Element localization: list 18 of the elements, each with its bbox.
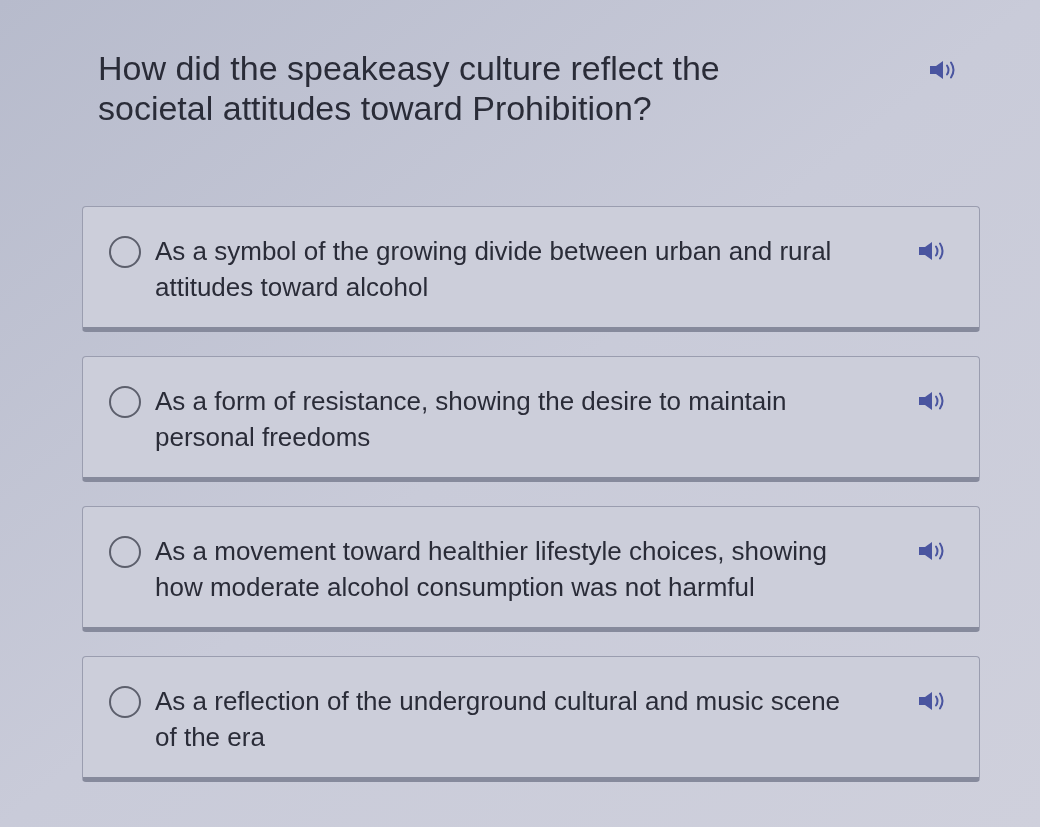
answer-option[interactable]: As a form of resistance, showing the desire to maintain personal freedoms bbox=[82, 356, 980, 482]
answer-option[interactable]: As a movement toward healthier lifestyle choices, showing how moderate alcohol consumption was not harmful bbox=[82, 506, 980, 632]
speaker-icon bbox=[918, 391, 946, 411]
answer-option[interactable]: As a reflection of the underground cultural and music scene of the era bbox=[82, 656, 980, 782]
option-text: As a reflection of the underground cultural and music scene of the era bbox=[155, 685, 842, 754]
radio-button[interactable] bbox=[109, 236, 141, 268]
question-text: How did the speakeasy culture reflect the societal attitudes toward Prohibition? bbox=[98, 48, 721, 128]
speaker-icon bbox=[929, 60, 957, 80]
radio-button[interactable] bbox=[109, 686, 141, 718]
option-text: As a movement toward healthier lifestyle choices, showing how moderate alcohol consumption was not harmful bbox=[155, 535, 828, 604]
option-text: As a form of resistance, showing the desire to maintain personal freedoms bbox=[155, 385, 788, 454]
radio-button[interactable] bbox=[109, 536, 141, 568]
speaker-icon bbox=[918, 541, 946, 561]
speaker-icon bbox=[918, 691, 946, 711]
speaker-icon bbox=[918, 241, 946, 261]
answer-option[interactable]: As a symbol of the growing divide between urban and rural attitudes toward alcohol bbox=[82, 206, 980, 332]
radio-button[interactable] bbox=[109, 386, 141, 418]
option-text: As a symbol of the growing divide between urban and rural attitudes toward alcohol bbox=[155, 235, 833, 304]
